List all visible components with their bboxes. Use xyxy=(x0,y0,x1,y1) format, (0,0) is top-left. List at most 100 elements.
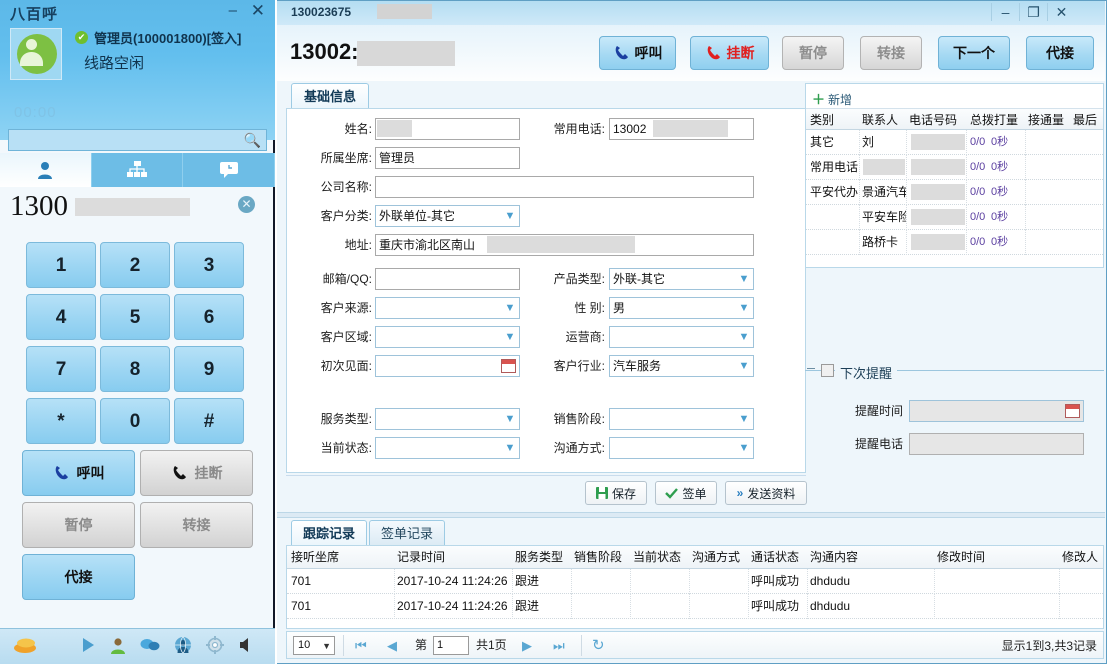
transfer-button[interactable]: 转接 xyxy=(140,502,253,548)
save-button[interactable]: 保存 xyxy=(585,481,647,505)
refresh-button[interactable]: ↻ xyxy=(592,637,605,654)
table-row[interactable]: 常用电话 0/0 0秒 xyxy=(806,155,1103,180)
transfer-button[interactable]: 转接 xyxy=(860,36,922,70)
dial-number-display[interactable]: 1300 xyxy=(10,190,68,223)
page-number-input[interactable]: 1 xyxy=(433,636,469,655)
table-row[interactable]: 平安车险 0/0 0秒 xyxy=(806,205,1103,230)
hangup-button[interactable]: 挂断 xyxy=(690,36,769,70)
industry-label: 客户行业: xyxy=(527,355,605,377)
company-field[interactable] xyxy=(375,176,754,198)
region-select[interactable]: ▼ xyxy=(375,326,520,348)
play-icon[interactable] xyxy=(80,637,96,656)
call-button[interactable]: 呼叫 xyxy=(599,36,676,70)
chat-icon[interactable] xyxy=(140,637,160,656)
send-icon: » xyxy=(737,486,744,500)
dialpad-key[interactable]: 7 xyxy=(26,346,96,392)
clear-number-button[interactable]: ✕ xyxy=(238,196,255,213)
cell-category: 平安代办 xyxy=(810,180,860,205)
reminder-phone-label: 提醒电话 xyxy=(833,433,903,455)
dialpad-key[interactable]: 2 xyxy=(100,242,170,288)
email-field[interactable] xyxy=(375,268,520,290)
reminder-legend-label: 下次提醒 xyxy=(835,363,897,382)
dialpad-key[interactable]: # xyxy=(174,398,244,444)
sidebar-item-contacts[interactable] xyxy=(0,153,92,187)
volume-icon[interactable] xyxy=(238,637,254,656)
window-close-button[interactable]: ✕ xyxy=(1047,3,1075,21)
current-number-display: 13002: xyxy=(290,39,359,65)
reminder-time-field[interactable] xyxy=(909,400,1084,422)
pickup-button[interactable]: 代接 xyxy=(22,554,135,600)
globe-icon[interactable] xyxy=(174,636,192,657)
pickup-button[interactable]: 代接 xyxy=(1026,36,1094,70)
tab-tracking-records[interactable]: 跟踪记录 xyxy=(291,520,367,546)
window-minimize-button[interactable]: – xyxy=(991,3,1019,21)
salestage-select[interactable]: ▼ xyxy=(609,408,754,430)
calendar-icon[interactable] xyxy=(1065,404,1080,418)
dial-number-row: 1300 ✕ xyxy=(0,190,275,230)
dialpad-key[interactable]: 6 xyxy=(174,294,244,340)
table-row[interactable]: 路桥卡 0/0 0秒 xyxy=(806,230,1103,255)
logo-icon xyxy=(12,635,38,658)
send-data-button[interactable]: » 发送资料 xyxy=(725,481,807,505)
source-select[interactable]: ▼ xyxy=(375,297,520,319)
add-contact-button[interactable]: ＋新增 xyxy=(812,89,852,108)
dialpad-key[interactable]: 4 xyxy=(26,294,96,340)
sidebar-item-org[interactable] xyxy=(92,153,184,187)
operator-select[interactable]: ▼ xyxy=(609,326,754,348)
sidebar-item-history[interactable] xyxy=(183,153,275,187)
first-page-button[interactable]: ⏮ xyxy=(355,637,367,654)
tab-order-records[interactable]: 签单记录 xyxy=(369,520,445,546)
reminder-phone-field[interactable] xyxy=(909,433,1084,455)
tab-basic-info[interactable]: 基础信息 xyxy=(291,83,369,109)
hangup-button[interactable]: 挂断 xyxy=(140,450,253,496)
cell-service: 跟进 xyxy=(515,594,572,619)
next-button[interactable]: 下一个 xyxy=(938,36,1010,70)
table-row[interactable]: 701 2017-10-24 11:24:26 跟进 呼叫成功 dhdudu xyxy=(287,569,1103,594)
product-select[interactable]: 外联-其它 ▼ xyxy=(609,268,754,290)
dialpad-key[interactable]: 9 xyxy=(174,346,244,392)
user-icon[interactable] xyxy=(110,637,126,657)
col-moduser: 修改人 xyxy=(1062,546,1107,569)
category-select[interactable]: 外联单位-其它 ▼ xyxy=(375,205,520,227)
commway-select[interactable]: ▼ xyxy=(609,437,754,459)
softphone-close-button[interactable]: ✕ xyxy=(251,4,265,18)
seat-field[interactable]: 管理员 xyxy=(375,147,520,169)
plus-icon: ＋ xyxy=(812,92,825,107)
dialpad-key[interactable]: 0 xyxy=(100,398,170,444)
firstmeet-field[interactable] xyxy=(375,355,520,377)
phone-hangup-icon xyxy=(705,45,721,61)
next-page-button[interactable]: ▶ xyxy=(522,637,532,654)
curstatus-select[interactable]: ▼ xyxy=(375,437,520,459)
table-row[interactable]: 平安代办 景通汽车 0/0 0秒 xyxy=(806,180,1103,205)
hold-button[interactable]: 暂停 xyxy=(782,36,844,70)
collapse-icon[interactable] xyxy=(807,368,815,369)
dialpad: 1 2 3 4 5 6 7 8 9 * 0 # xyxy=(26,242,254,450)
dialpad-key[interactable]: * xyxy=(26,398,96,444)
servicetype-select[interactable]: ▼ xyxy=(375,408,520,430)
settings-icon[interactable] xyxy=(206,636,224,657)
reminder-checkbox[interactable] xyxy=(821,364,834,377)
table-row[interactable]: 701 2017-10-24 11:24:26 跟进 呼叫成功 dhdudu xyxy=(287,594,1103,619)
industry-select[interactable]: 汽车服务 ▼ xyxy=(609,355,754,377)
call-button[interactable]: 呼叫 xyxy=(22,450,135,496)
cell-category: 常用电话 xyxy=(810,155,860,180)
hold-button[interactable]: 暂停 xyxy=(22,502,135,548)
chevron-down-icon: ▼ xyxy=(737,413,751,427)
dialpad-key[interactable]: 1 xyxy=(26,242,96,288)
dialpad-key[interactable]: 3 xyxy=(174,242,244,288)
table-row[interactable]: 其它 刘 0/0 0秒 xyxy=(806,130,1103,155)
phone-icon xyxy=(613,45,629,61)
dialpad-key[interactable]: 5 xyxy=(100,294,170,340)
prev-page-button[interactable]: ◀ xyxy=(387,637,397,654)
calendar-icon[interactable] xyxy=(501,359,516,373)
sign-order-button[interactable]: 签单 xyxy=(655,481,717,505)
page-size-select[interactable]: 10 ▼ xyxy=(293,636,335,655)
search-input[interactable]: 🔍 xyxy=(8,129,267,151)
softphone-panel: 八百呼 – ✕ ✔ 管理员(100001800)[签入] 线路空闲 00:00 … xyxy=(0,0,275,664)
softphone-minimize-button[interactable]: – xyxy=(229,4,237,18)
dialpad-key[interactable]: 8 xyxy=(100,346,170,392)
last-page-button[interactable]: ⏭ xyxy=(553,637,565,654)
window-maximize-button[interactable]: ❐ xyxy=(1019,3,1047,21)
records-table-header: 接听坐席 记录时间 服务类型 销售阶段 当前状态 沟通方式 通话状态 沟通内容 … xyxy=(287,546,1103,569)
gender-select[interactable]: 男 ▼ xyxy=(609,297,754,319)
